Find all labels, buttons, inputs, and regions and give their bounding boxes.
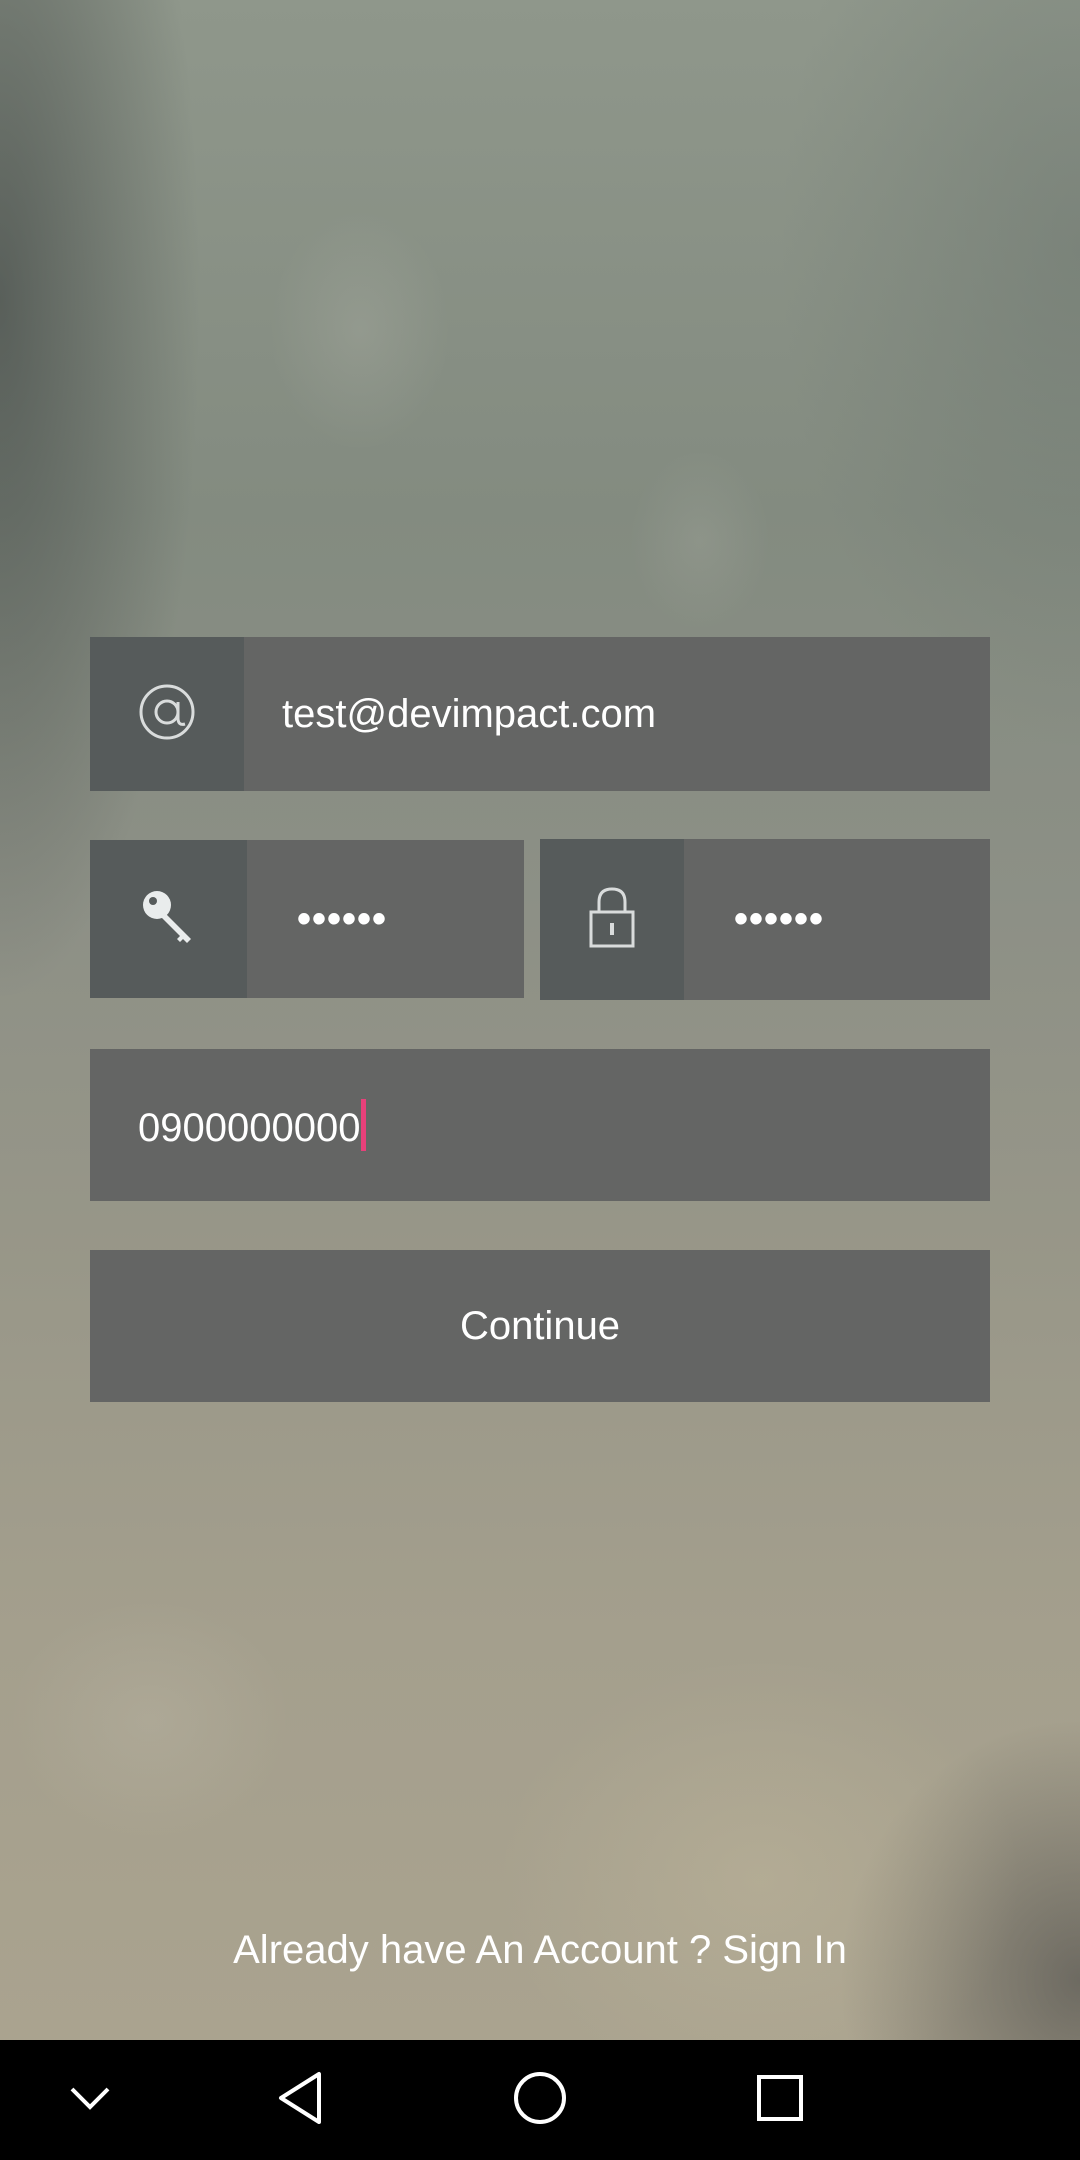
email-field[interactable]: test@devimpact.com xyxy=(90,637,990,791)
home-icon xyxy=(512,2070,568,2131)
signin-link[interactable]: Already have An Account ? Sign In xyxy=(0,1928,1080,1973)
lock-icon xyxy=(587,884,637,955)
password-field[interactable]: •••••• xyxy=(90,840,524,998)
nav-collapse-button[interactable] xyxy=(30,2040,150,2160)
email-icon-box xyxy=(90,637,244,791)
text-cursor xyxy=(361,1099,367,1151)
password-icon-box xyxy=(90,840,247,998)
at-sign-icon xyxy=(137,682,197,747)
navigation-bar xyxy=(0,2040,1080,2160)
continue-button[interactable]: Continue xyxy=(90,1250,990,1402)
confirm-password-icon-box xyxy=(540,839,684,1000)
password-value: •••••• xyxy=(297,896,388,941)
key-icon xyxy=(137,885,201,954)
chevron-down-icon xyxy=(68,2083,112,2118)
phone-text: 0900000000 xyxy=(138,1106,361,1150)
recents-icon xyxy=(755,2073,805,2128)
blurred-background xyxy=(0,0,1080,2040)
confirm-password-value: •••••• xyxy=(734,897,825,941)
email-value: test@devimpact.com xyxy=(282,691,657,736)
phone-value: 0900000000 xyxy=(138,1099,367,1151)
nav-home-button[interactable] xyxy=(480,2040,600,2160)
nav-recents-button[interactable] xyxy=(720,2040,840,2160)
nav-back-button[interactable] xyxy=(240,2040,360,2160)
confirm-password-field[interactable]: •••••• xyxy=(540,839,990,1000)
phone-field[interactable]: 0900000000 xyxy=(90,1049,990,1201)
back-icon xyxy=(275,2070,325,2131)
